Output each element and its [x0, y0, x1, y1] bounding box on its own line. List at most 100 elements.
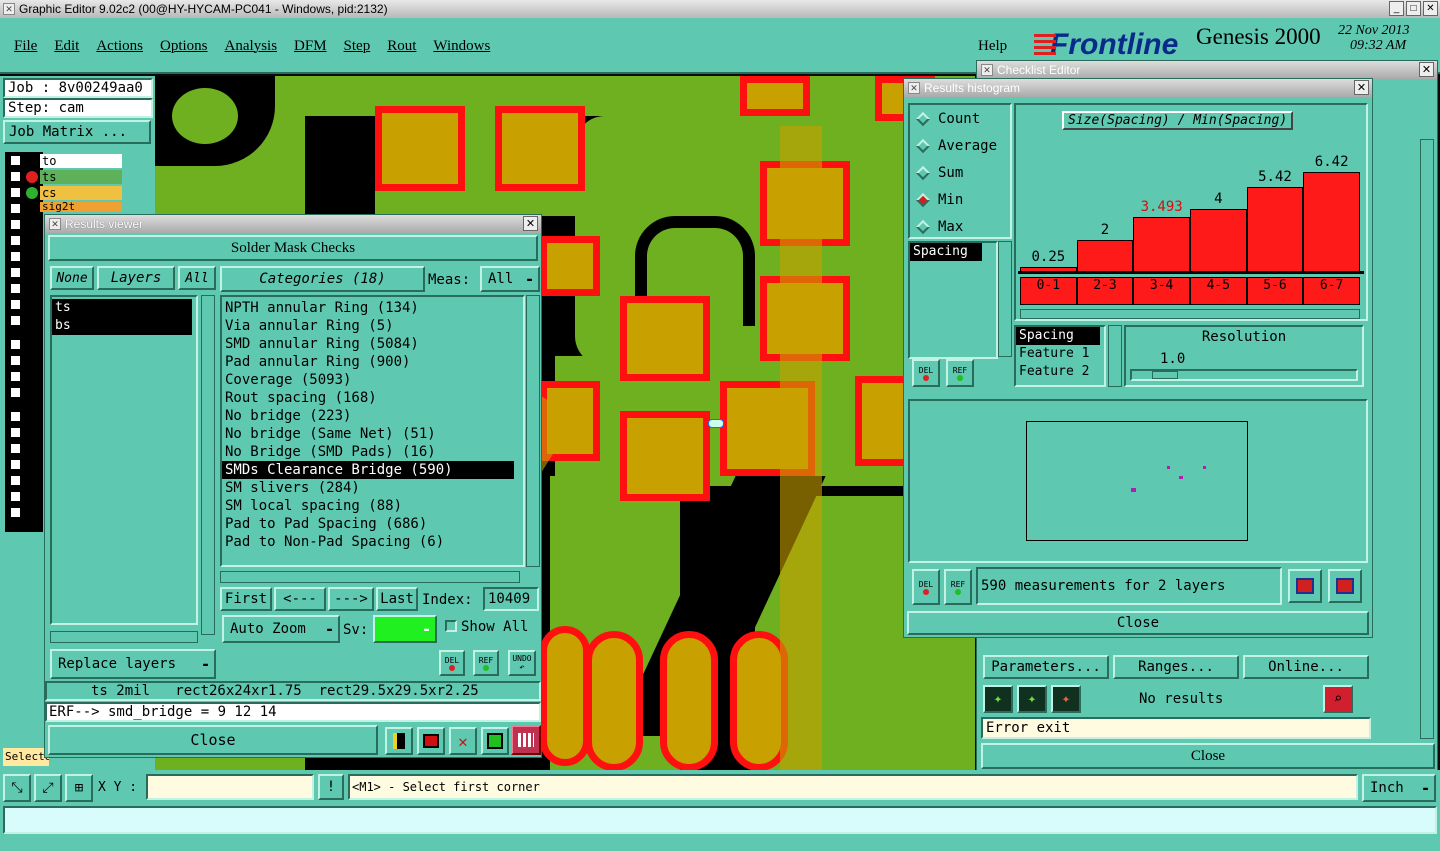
layer-checkbox[interactable] — [9, 458, 22, 471]
zoom-fit-icon[interactable]: ⤡ — [3, 774, 31, 802]
layer-checkbox[interactable] — [9, 298, 22, 311]
layer-checkbox[interactable] — [9, 490, 22, 503]
ref-button[interactable]: REF — [473, 650, 499, 676]
menu-options[interactable]: Options — [160, 38, 208, 55]
category-item[interactable]: No bridge (Same Net) (51) — [222, 425, 523, 443]
parameters-button[interactable]: Parameters... — [983, 655, 1109, 679]
mode-average-radio[interactable]: Average — [910, 132, 1010, 159]
mode-max-radio[interactable]: Max — [910, 213, 1010, 240]
layer-checkbox[interactable] — [9, 442, 22, 455]
category-item[interactable]: SMD annular Ring (5084) — [222, 335, 523, 353]
field-item[interactable]: Feature 1 — [1016, 345, 1104, 363]
layers-list[interactable]: ts bs — [50, 295, 198, 625]
layer-checkbox[interactable] — [9, 370, 22, 383]
checklist-close-button[interactable]: Close — [981, 743, 1435, 769]
minimize-icon[interactable]: _ — [1389, 1, 1404, 16]
auto-zoom-select[interactable]: Auto Zoom ▬ — [222, 615, 340, 643]
unit-select[interactable]: Inch ▬ — [1362, 774, 1436, 802]
layer-item-sig2t[interactable]: sig2t — [40, 202, 122, 212]
ranges-button[interactable]: Ranges... — [1113, 655, 1239, 679]
layer-checkbox[interactable] — [9, 338, 22, 351]
sv-color-select[interactable]: ▬ — [373, 615, 437, 643]
layer-item-cs[interactable]: cs — [40, 186, 122, 200]
layer-checkbox[interactable] — [9, 474, 22, 487]
menu-file[interactable]: File — [14, 38, 37, 55]
layer-checkbox[interactable] — [9, 506, 22, 519]
run-icon-1[interactable]: ✦ — [983, 685, 1013, 713]
category-item[interactable]: SM slivers (284) — [222, 479, 523, 497]
category-item[interactable]: Rout spacing (168) — [222, 389, 523, 407]
mode-min-radio[interactable]: Min — [910, 186, 1010, 213]
category-item[interactable]: SMDs Clearance Bridge (590) — [222, 461, 514, 479]
menu-dfm[interactable]: DFM — [294, 38, 327, 55]
tool-icon-2[interactable] — [417, 727, 445, 755]
layer-checkbox[interactable] — [9, 354, 22, 367]
meas-select[interactable]: All ▬ — [480, 266, 540, 292]
maximize-icon[interactable]: □ — [1406, 1, 1421, 16]
categories-scrollbar[interactable] — [526, 295, 540, 567]
categories-hscrollbar[interactable] — [220, 571, 520, 583]
undo-button[interactable]: UNDO ↶ — [508, 650, 536, 676]
run-icon-3[interactable]: ✦ — [1051, 685, 1081, 713]
first-button[interactable]: First — [220, 587, 272, 611]
field-item[interactable]: Spacing — [1016, 327, 1100, 345]
layer-checkbox[interactable] — [9, 266, 22, 279]
tool-icon-3[interactable]: ✕ — [449, 727, 477, 755]
layer-row[interactable]: ts — [52, 299, 192, 317]
alert-icon[interactable]: ! — [318, 774, 344, 800]
menu-rout[interactable]: Rout — [387, 38, 416, 55]
layer-checkbox[interactable] — [9, 186, 22, 199]
mode-count-radio[interactable]: Count — [910, 105, 1010, 132]
zoom-area-icon[interactable]: ⤢ — [34, 774, 62, 802]
category-item[interactable]: Coverage (5093) — [222, 371, 523, 389]
categories-list[interactable]: NPTH annular Ring (134) Via annular Ring … — [220, 295, 525, 567]
layers-scrollbar[interactable] — [201, 295, 215, 635]
grid-icon[interactable]: ⊞ — [65, 774, 93, 802]
category-item[interactable]: SM local spacing (88) — [222, 497, 523, 515]
field-scrollbar[interactable] — [1108, 325, 1122, 387]
layer-checkbox[interactable] — [9, 386, 22, 399]
online-button[interactable]: Online... — [1243, 655, 1369, 679]
menu-help[interactable]: Help — [978, 38, 1007, 55]
close-icon[interactable]: ✕ — [1354, 80, 1369, 95]
histogram-close-button[interactable]: Close — [907, 611, 1369, 635]
resolution-slider[interactable] — [1130, 369, 1358, 381]
measure-scrollbar[interactable] — [998, 241, 1012, 357]
category-item[interactable]: Pad to Pad Spacing (686) — [222, 515, 523, 533]
measure-item[interactable]: Spacing — [910, 243, 982, 261]
layer-checkbox[interactable] — [9, 154, 22, 167]
category-item[interactable]: No bridge (223) — [222, 407, 523, 425]
menu-analysis[interactable]: Analysis — [225, 38, 278, 55]
none-button[interactable]: None — [50, 266, 94, 290]
layer-checkbox[interactable] — [9, 314, 22, 327]
close-icon[interactable]: ✕ — [1419, 62, 1434, 77]
checklist-scrollbar[interactable] — [1420, 139, 1434, 739]
layer-checkbox[interactable] — [9, 426, 22, 439]
index-input[interactable]: 10409 — [483, 587, 539, 611]
histogram-icon-button[interactable] — [511, 725, 541, 755]
slider-thumb[interactable] — [1152, 371, 1178, 379]
del-button[interactable]: DEL — [912, 569, 940, 605]
category-item[interactable]: Via annular Ring (5) — [222, 317, 523, 335]
close-button[interactable]: Close — [48, 725, 378, 755]
layer-item-to[interactable]: to — [40, 154, 122, 168]
search-icon-button[interactable]: ⌕ — [1323, 685, 1353, 713]
layer-item-ts[interactable]: ts — [40, 170, 122, 184]
show-all-checkbox[interactable] — [445, 620, 457, 632]
tool-icon-1[interactable] — [385, 727, 413, 755]
tool-icon-4[interactable] — [481, 727, 509, 755]
layer-checkbox[interactable] — [9, 234, 22, 247]
layer-checkbox[interactable] — [9, 250, 22, 263]
menu-step[interactable]: Step — [344, 38, 371, 55]
job-matrix-button[interactable]: Job Matrix ... — [3, 120, 151, 144]
layer-checkbox[interactable] — [9, 410, 22, 423]
field-list[interactable]: Spacing Feature 1 Feature 2 — [1014, 325, 1106, 387]
xy-input[interactable] — [146, 774, 314, 800]
prev-button[interactable]: <--- — [274, 587, 326, 611]
close-icon[interactable]: ✕ — [1423, 1, 1438, 16]
measure-list[interactable]: Spacing — [908, 241, 998, 359]
mode-sum-radio[interactable]: Sum — [910, 159, 1010, 186]
del-button[interactable]: DEL — [439, 650, 465, 676]
layers-hscrollbar[interactable] — [50, 631, 198, 643]
next-button[interactable]: ---> — [328, 587, 374, 611]
